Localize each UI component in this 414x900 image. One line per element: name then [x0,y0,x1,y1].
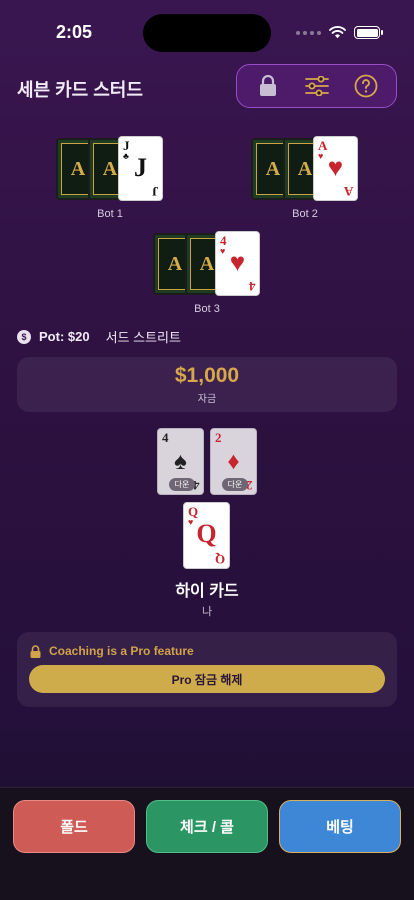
bot-2-hand: A A A ♥ ♥ A Bot 2 [251,136,359,220]
status-icons [296,26,383,39]
coaching-message: Coaching is a Pro feature [49,644,194,658]
bot-3-up-card: 4 ♥ ♥ 4 [215,231,260,296]
pot-amount: Pot: $20 [39,329,90,344]
settings-button[interactable] [301,70,333,102]
player-chips-panel: $1,000 자금 [17,357,397,412]
card-center: Q [196,519,217,548]
page-title: 세븐 카드 스터드 [17,80,143,100]
bot-name: Bot 1 [97,208,123,220]
card-rank-bottom: Q [214,552,225,567]
coaching-panel: Coaching is a Pro feature Pro 잠금 해제 [17,632,397,707]
card-rank: 2 [215,430,222,445]
card-rank-bottom: A [343,184,353,199]
card-center: ♥ [327,153,344,182]
lock-icon [259,75,276,96]
toolbar [236,64,397,108]
action-bar: 폴드 체크 / 콜 베팅 [0,787,414,900]
bot-1-cards: A A J ♣ J J [56,136,164,202]
wifi-icon [329,26,346,39]
bet-button[interactable]: 베팅 [279,800,401,853]
battery-icon [354,26,383,39]
dollar-icon: $ [17,329,31,344]
signal-icon [296,30,321,35]
card-rank-bottom: J [151,184,159,199]
card-rank-bottom: 4 [248,279,256,294]
pot-info: $ Pot: $20 서드 스트리트 [17,327,181,346]
coaching-message-row: Coaching is a Pro feature [30,644,194,658]
player-hole-card-1[interactable]: 4 ♠ 4 다운 [157,428,204,495]
bot-name: Bot 3 [194,303,220,315]
bot-3-hand: A A 4 ♥ ♥ 4 Bot 3 [153,231,261,315]
lock-button[interactable] [252,70,284,102]
help-button[interactable] [350,70,382,102]
bot-3-cards: A A 4 ♥ ♥ 4 [153,231,261,297]
card-rank: 4 [162,430,169,445]
card-center: ♥ [229,248,246,277]
card-center: ♠ [174,449,187,475]
down-badge: 다운 [169,478,195,491]
player-hole-card-2[interactable]: 2 ♦ 2 다운 [210,428,257,495]
dynamic-island [143,14,271,52]
bot-1-up-card: J ♣ J J [118,136,163,201]
down-badge: 다운 [222,478,248,491]
bot-name: Bot 2 [292,208,318,220]
street-label: 서드 스트리트 [105,330,181,345]
check-call-button[interactable]: 체크 / 콜 [146,800,268,853]
player-label: 나 [201,606,213,618]
chips-amount: $1,000 [174,363,240,387]
card-center: J [134,153,147,182]
hand-rank-label: 하이 카드 [175,583,239,600]
bot-2-up-card: A ♥ ♥ A [313,136,358,201]
lock-icon [30,644,41,658]
bot-1-hand: A A J ♣ J J Bot 1 [56,136,164,220]
sliders-icon [304,76,329,96]
player-up-card[interactable]: Q ♥ Q Q [183,502,230,569]
card-center: ♦ [227,449,240,475]
bot-2-cards: A A A ♥ ♥ A [251,136,359,202]
chips-label: 자금 [197,393,217,405]
status-time: 2:05 [56,22,93,42]
fold-button[interactable]: 폴드 [13,800,135,853]
unlock-pro-button[interactable]: Pro 잠금 해제 [29,665,385,693]
help-icon [354,74,377,98]
